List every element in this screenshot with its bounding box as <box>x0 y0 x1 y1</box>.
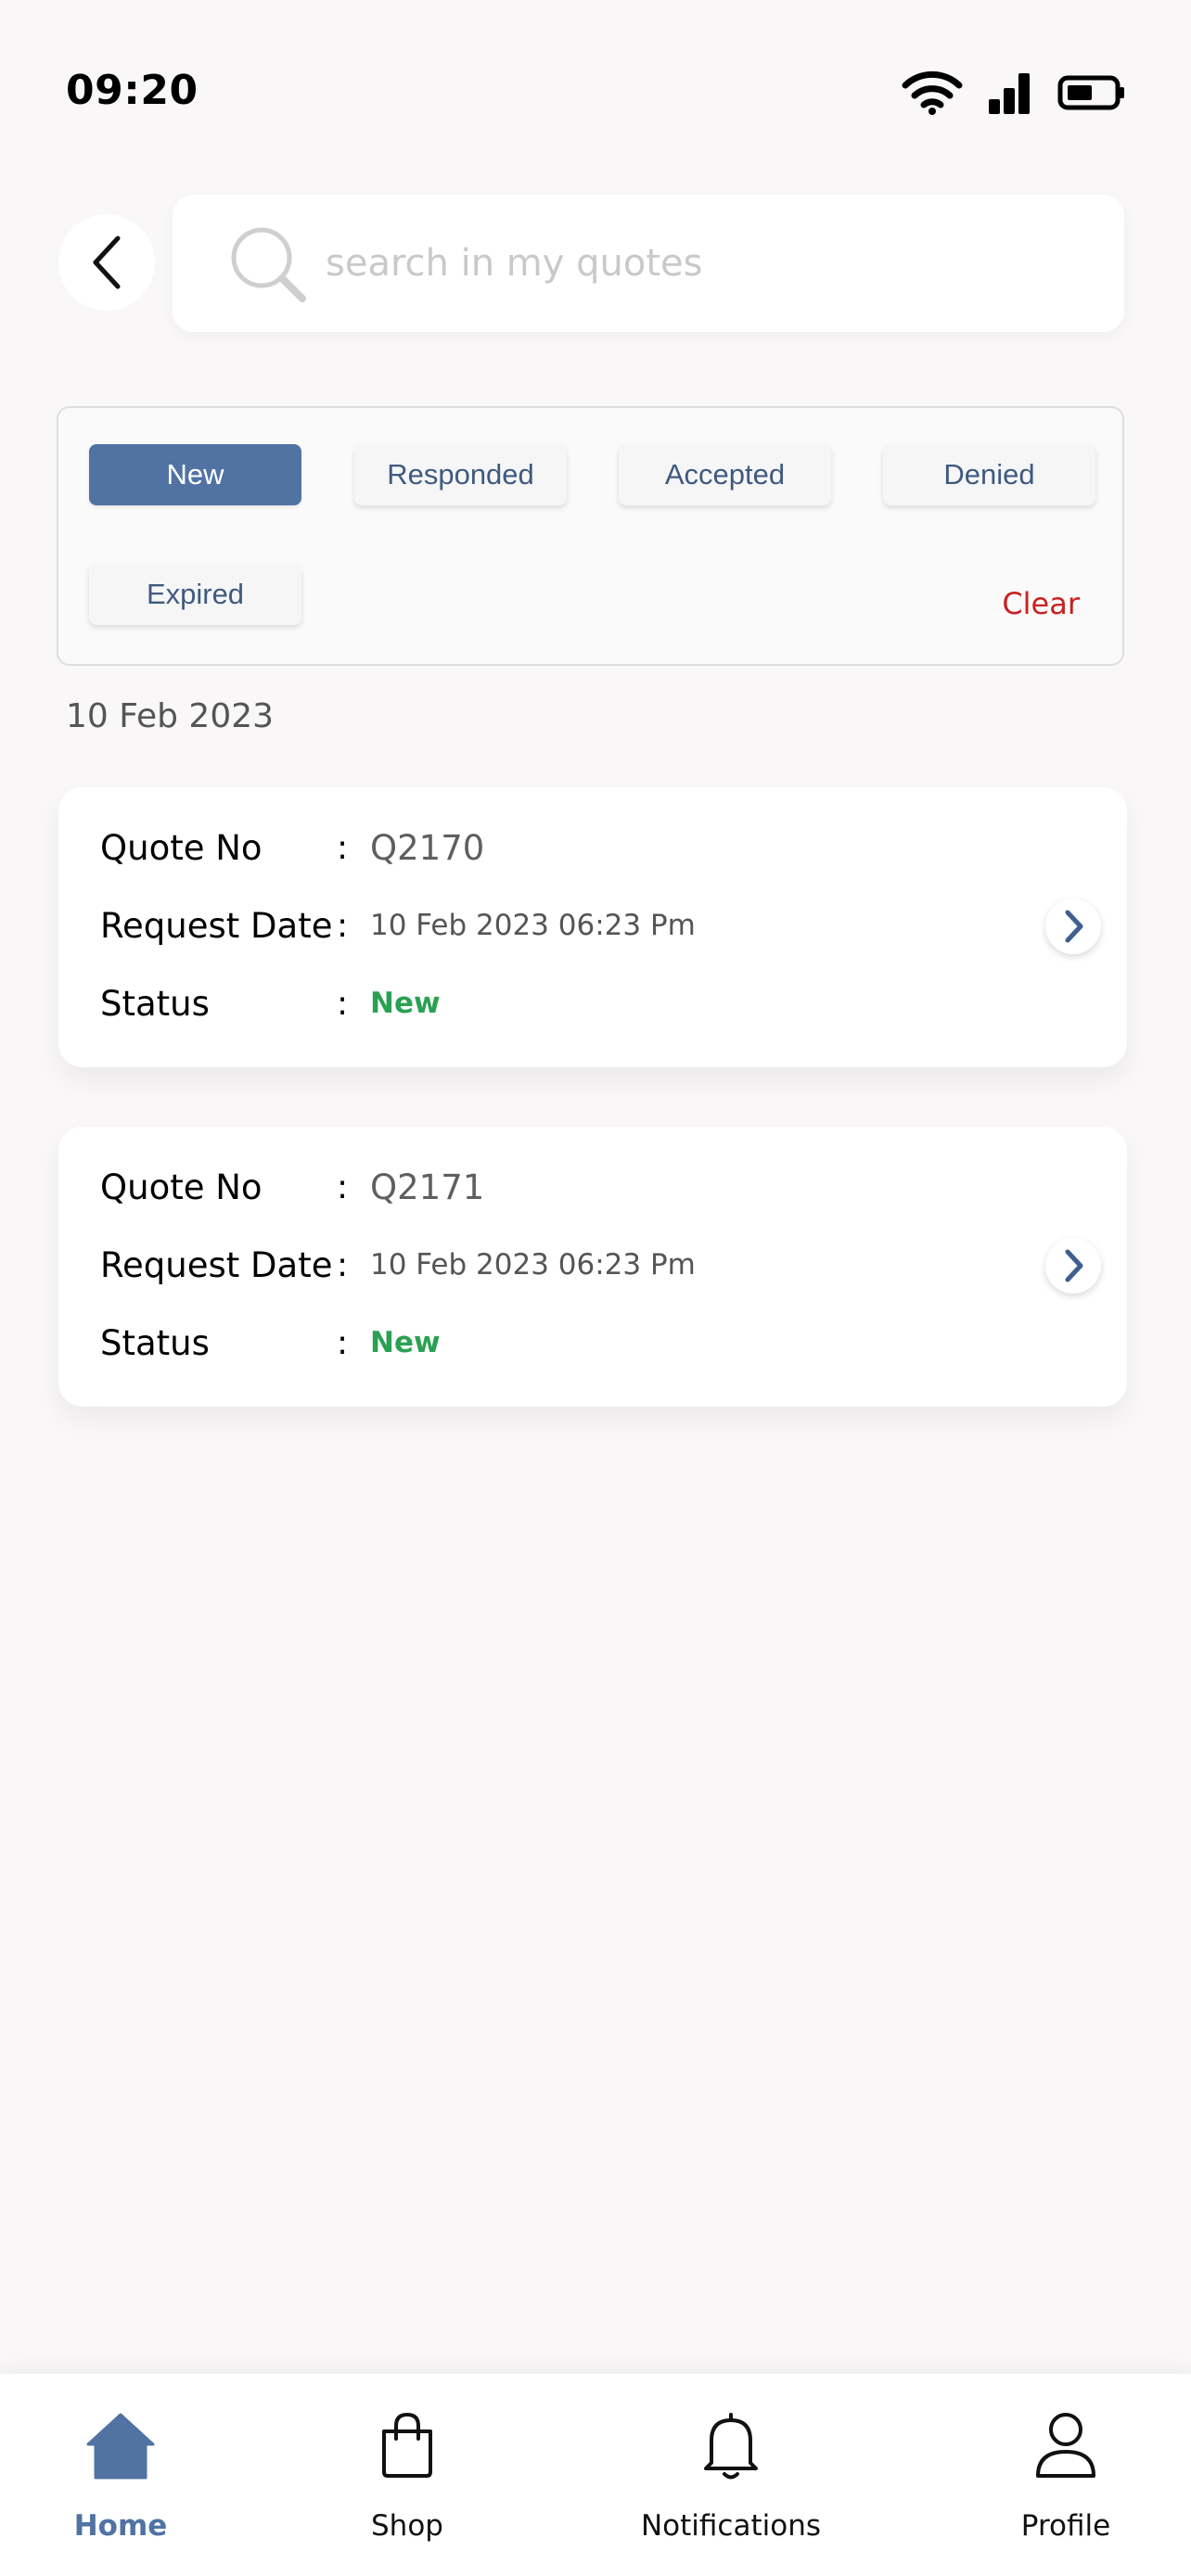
quote-card[interactable]: Quote No : Q2170 Request Date : 10 Feb 2… <box>58 787 1127 1067</box>
quote-card[interactable]: Quote No : Q2171 Request Date : 10 Feb 2… <box>58 1127 1127 1407</box>
search-box[interactable] <box>173 195 1124 332</box>
date-group-header: 10 Feb 2023 <box>66 697 275 735</box>
separator: : <box>337 984 349 1023</box>
separator: : <box>337 1245 349 1284</box>
status-filter-panel: New Responded Accepted Denied Expired Cl… <box>57 406 1124 666</box>
quote-no-value: Q2170 <box>370 827 485 868</box>
status-label: Status <box>100 1322 210 1363</box>
filter-chip-responded[interactable]: Responded <box>354 444 567 505</box>
status-icons <box>902 69 1126 117</box>
search-icon <box>231 227 306 302</box>
nav-label: Shop <box>371 2509 443 2543</box>
chevron-right-icon <box>1065 1249 1083 1282</box>
quote-no-label: Quote No <box>100 1167 263 1207</box>
open-quote-button[interactable] <box>1045 899 1101 954</box>
back-button[interactable] <box>58 214 155 311</box>
quote-no-value: Q2171 <box>370 1167 485 1207</box>
status-row: Status : New <box>100 1315 441 1371</box>
status-badge: New <box>370 1326 441 1359</box>
open-quote-button[interactable] <box>1045 1238 1101 1294</box>
status-label: Status <box>100 983 210 1024</box>
filter-chip-expired[interactable]: Expired <box>89 564 301 625</box>
shopping-bag-icon <box>382 2412 432 2478</box>
nav-label: Notifications <box>640 2509 822 2543</box>
status-time: 09:20 <box>66 67 198 114</box>
request-date-value: 10 Feb 2023 06:23 Pm <box>370 1248 696 1282</box>
request-date-label: Request Date <box>100 1244 333 1285</box>
filter-chip-denied[interactable]: Denied <box>883 444 1095 505</box>
separator: : <box>337 1323 349 1362</box>
request-date-row: Request Date : 10 Feb 2023 06:23 Pm <box>100 898 696 953</box>
request-date-label: Request Date <box>100 905 333 946</box>
separator: : <box>337 828 349 867</box>
quote-no-row: Quote No : Q2170 <box>100 820 484 875</box>
battery-icon <box>1057 75 1124 110</box>
quote-no-row: Quote No : Q2171 <box>100 1159 484 1215</box>
nav-item-notifications[interactable]: Notifications <box>638 2374 824 2576</box>
request-date-value: 10 Feb 2023 06:23 Pm <box>370 909 696 942</box>
search-input[interactable] <box>326 234 1068 293</box>
chevron-left-icon <box>93 236 121 289</box>
quotes-screen: 09:20 New Respon <box>0 0 1191 2576</box>
wifi-icon <box>902 70 963 115</box>
filter-chip-new[interactable]: New <box>89 444 301 505</box>
status-row: Status : New <box>100 976 441 1031</box>
nav-item-home[interactable]: Home <box>63 2374 178 2576</box>
bell-icon <box>704 2413 758 2480</box>
home-icon <box>86 2413 155 2480</box>
nav-item-profile[interactable]: Profile <box>1005 2374 1126 2576</box>
chevron-right-icon <box>1065 910 1083 943</box>
user-icon <box>1036 2413 1095 2478</box>
clear-filters-button[interactable]: Clear <box>1002 586 1080 621</box>
bottom-nav: Home Shop Notifications Profile <box>0 2374 1191 2576</box>
nav-label: Home <box>73 2509 168 2543</box>
request-date-row: Request Date : 10 Feb 2023 06:23 Pm <box>100 1237 696 1293</box>
status-badge: New <box>370 987 441 1020</box>
nav-item-shop[interactable]: Shop <box>351 2374 464 2576</box>
filter-chip-accepted[interactable]: Accepted <box>619 444 831 505</box>
quote-no-label: Quote No <box>100 827 263 868</box>
nav-label: Profile <box>1020 2509 1111 2543</box>
signal-icon <box>989 73 1030 114</box>
separator: : <box>337 906 349 945</box>
separator: : <box>337 1167 349 1206</box>
